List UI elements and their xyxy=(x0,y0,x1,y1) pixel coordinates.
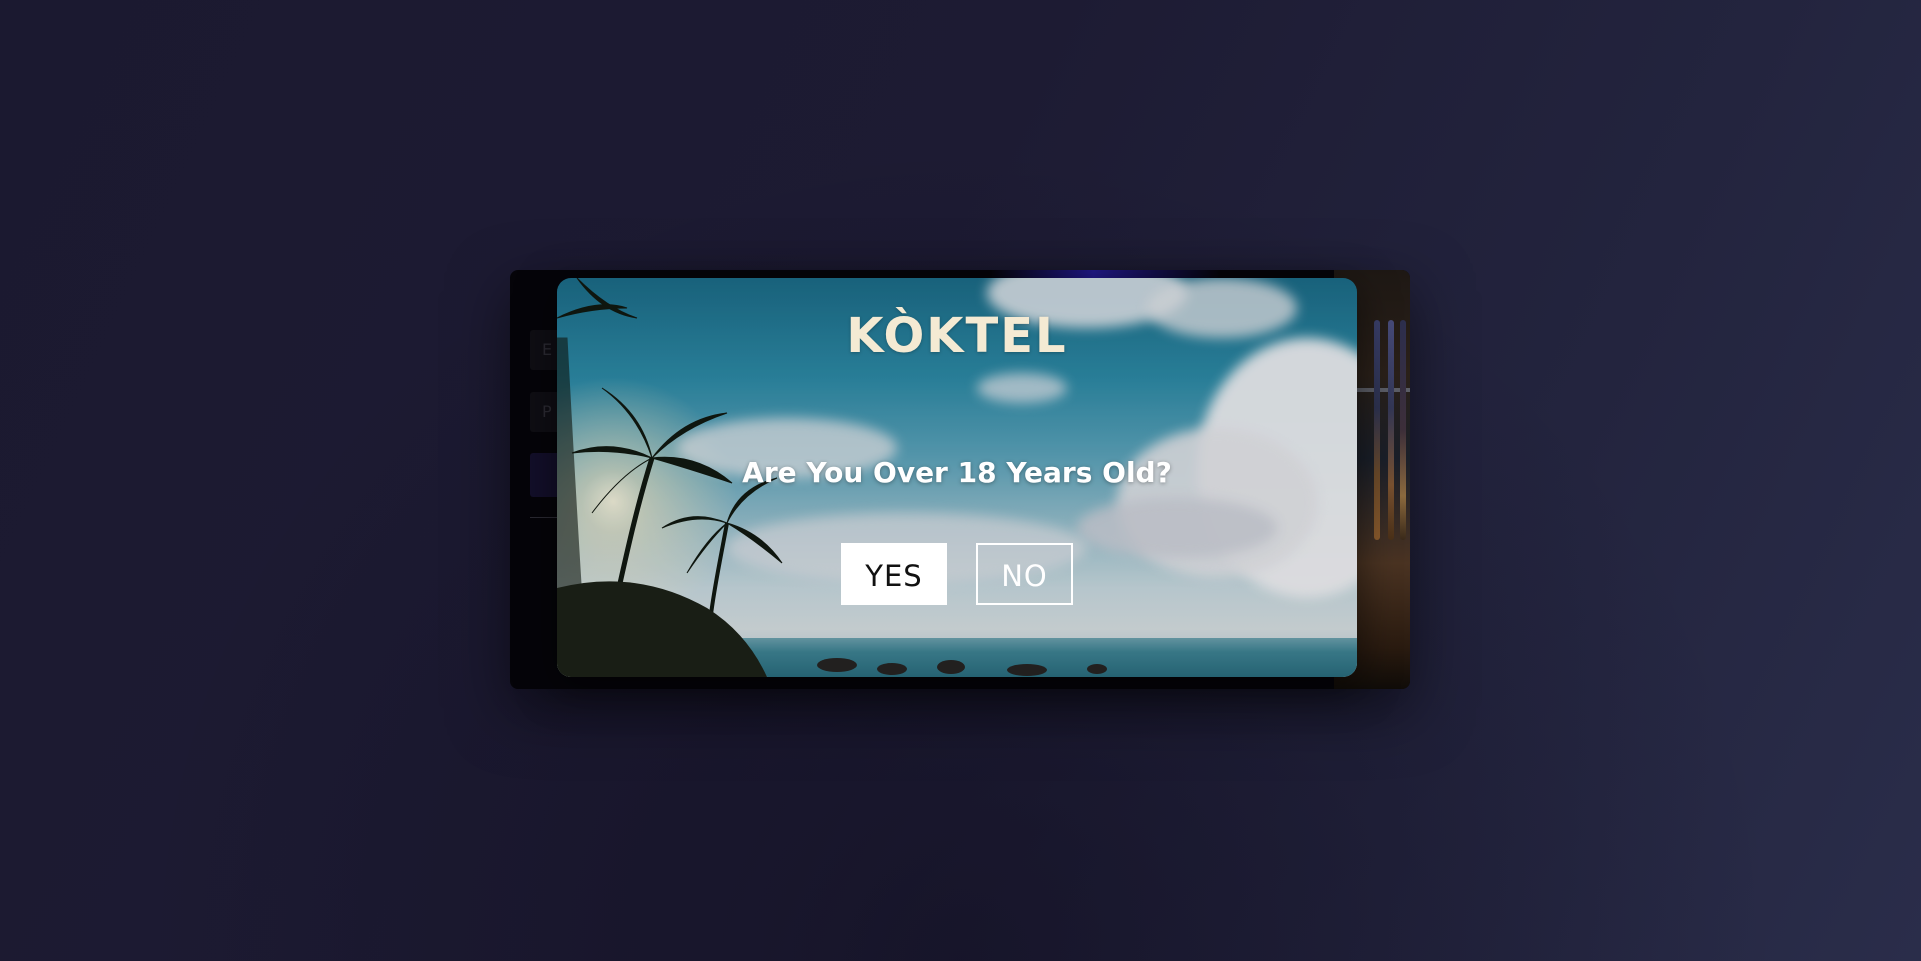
yes-button[interactable]: YES xyxy=(841,543,947,605)
age-verification-modal: KÒKTEL Are You Over 18 Years Old? YES NO xyxy=(557,278,1357,677)
brand-logo: KÒKTEL xyxy=(846,308,1068,364)
divider xyxy=(530,517,560,518)
password-field[interactable]: P xyxy=(530,392,560,432)
email-field[interactable]: E xyxy=(530,330,560,370)
login-card-accent xyxy=(990,270,1220,278)
age-question: Are You Over 18 Years Old? xyxy=(742,456,1172,489)
login-button[interactable] xyxy=(530,453,560,497)
no-button[interactable]: NO xyxy=(976,543,1073,605)
